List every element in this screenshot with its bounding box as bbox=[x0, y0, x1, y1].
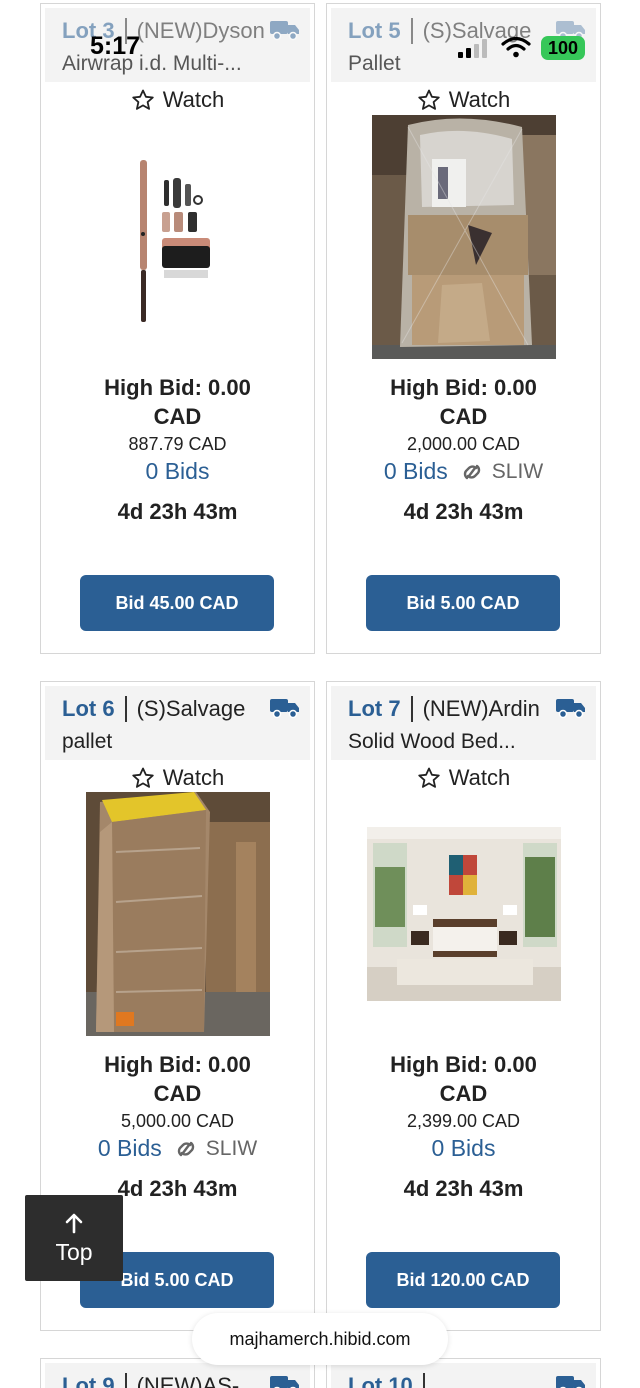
seller-tag[interactable]: SLIW bbox=[206, 1137, 257, 1161]
bid-count-link[interactable]: 0 Bids bbox=[384, 458, 448, 485]
watch-label: Watch bbox=[448, 765, 511, 790]
divider bbox=[124, 1373, 127, 1388]
bid-button[interactable]: Bid 120.00 CAD bbox=[366, 1252, 560, 1308]
watch-label: Watch bbox=[162, 765, 225, 790]
status-time: 5:17 bbox=[90, 32, 141, 60]
lot-card[interactable]: Lot 3 (NEW)Dyson Airwrap i.d. Multi-... … bbox=[40, 3, 315, 654]
star-outline-icon bbox=[132, 767, 154, 788]
lot-number[interactable]: Lot 10 bbox=[348, 1373, 413, 1388]
lot-title-line2[interactable]: Solid Wood Bed... bbox=[348, 730, 516, 754]
arrow-up-icon bbox=[65, 1213, 83, 1233]
retail-price: 2,399.00 CAD bbox=[406, 1111, 521, 1131]
lot-header[interactable]: Lot 9 (NEW)AS- bbox=[45, 1363, 310, 1388]
high-bid: High Bid: 0.00 CAD bbox=[390, 1052, 537, 1106]
watch-label: Watch bbox=[162, 87, 225, 112]
high-bid: High Bid: 0.00 CAD bbox=[104, 1052, 251, 1106]
watch-toggle[interactable]: Watch bbox=[327, 84, 600, 116]
high-bid: High Bid: 0.00 CAD bbox=[104, 375, 251, 429]
bid-count-link[interactable]: 0 Bids bbox=[146, 458, 210, 485]
lot-card[interactable]: Lot 7 (NEW)Ardin Solid Wood Bed... Watch bbox=[326, 681, 601, 1331]
product-image[interactable] bbox=[366, 827, 561, 1001]
retail-price: 2,000.00 CAD bbox=[406, 434, 521, 454]
retail-price: 5,000.00 CAD bbox=[120, 1111, 235, 1131]
lot-number[interactable]: Lot 9 bbox=[62, 1373, 115, 1388]
truck-icon bbox=[270, 699, 299, 719]
lot-header[interactable]: Lot 3 (NEW)Dyson Airwrap i.d. Multi-... bbox=[45, 8, 310, 82]
lot-title-line2[interactable]: pallet bbox=[62, 730, 112, 754]
product-image[interactable] bbox=[85, 792, 270, 1036]
bid-button[interactable]: Bid 45.00 CAD bbox=[80, 575, 274, 631]
lot-header[interactable]: Lot 10 bbox=[331, 1363, 596, 1388]
battery-indicator: 100 bbox=[541, 36, 585, 60]
star-outline-icon bbox=[132, 89, 154, 110]
time-remaining: 4d 23h 43m bbox=[403, 499, 524, 524]
divider bbox=[422, 1373, 425, 1388]
star-outline-icon bbox=[418, 767, 440, 788]
high-bid: High Bid: 0.00 CAD bbox=[390, 375, 537, 429]
retail-price: 887.79 CAD bbox=[128, 434, 227, 454]
watch-label: Watch bbox=[448, 87, 511, 112]
lot-title-line2[interactable]: Pallet bbox=[348, 52, 401, 76]
watch-toggle[interactable]: Watch bbox=[41, 762, 314, 794]
product-image[interactable] bbox=[117, 154, 238, 334]
link-icon bbox=[177, 1141, 194, 1156]
divider bbox=[410, 18, 413, 44]
lot-header[interactable]: Lot 6 (S)Salvage pallet bbox=[45, 686, 310, 760]
lot-number[interactable]: Lot 6 bbox=[62, 696, 115, 722]
watch-toggle[interactable]: Watch bbox=[41, 84, 314, 116]
scroll-top-button[interactable]: Top bbox=[25, 1195, 123, 1281]
bid-button[interactable]: Bid 5.00 CAD bbox=[366, 575, 560, 631]
lot-title-line2[interactable]: Airwrap i.d. Multi-... bbox=[62, 52, 242, 76]
star-outline-icon bbox=[418, 89, 440, 110]
watch-toggle[interactable]: Watch bbox=[327, 762, 600, 794]
truck-icon bbox=[556, 699, 585, 719]
truck-icon bbox=[556, 1376, 585, 1388]
signal-icon bbox=[458, 38, 487, 58]
lot-title[interactable]: (S)Salvage bbox=[137, 696, 246, 722]
lot-title[interactable]: (NEW)AS- bbox=[137, 1373, 240, 1388]
time-remaining: 4d 23h 43m bbox=[403, 1176, 524, 1201]
time-remaining: 4d 23h 43m bbox=[117, 499, 238, 524]
wifi-icon bbox=[501, 36, 531, 58]
lot-number[interactable]: Lot 5 bbox=[348, 18, 401, 44]
url-bar[interactable]: majhamerch.hibid.com bbox=[192, 1313, 448, 1365]
bid-count-link[interactable]: 0 Bids bbox=[432, 1135, 496, 1162]
bid-count-link[interactable]: 0 Bids bbox=[98, 1135, 162, 1162]
seller-tag[interactable]: SLIW bbox=[492, 460, 543, 484]
divider bbox=[124, 696, 127, 722]
lot-number[interactable]: Lot 7 bbox=[348, 696, 401, 722]
lot-title[interactable]: (NEW)Dyson bbox=[137, 18, 265, 44]
lot-card[interactable]: Lot 5 (S)Salvage Pallet Watch High Bid: … bbox=[326, 3, 601, 654]
scroll-top-label: Top bbox=[55, 1238, 93, 1265]
divider bbox=[410, 696, 413, 722]
lot-header[interactable]: Lot 7 (NEW)Ardin Solid Wood Bed... bbox=[331, 686, 596, 760]
truck-icon bbox=[270, 21, 299, 41]
lot-title[interactable]: (NEW)Ardin bbox=[423, 696, 540, 722]
link-icon bbox=[463, 464, 480, 479]
product-image[interactable] bbox=[371, 115, 556, 359]
truck-icon bbox=[270, 1376, 299, 1388]
